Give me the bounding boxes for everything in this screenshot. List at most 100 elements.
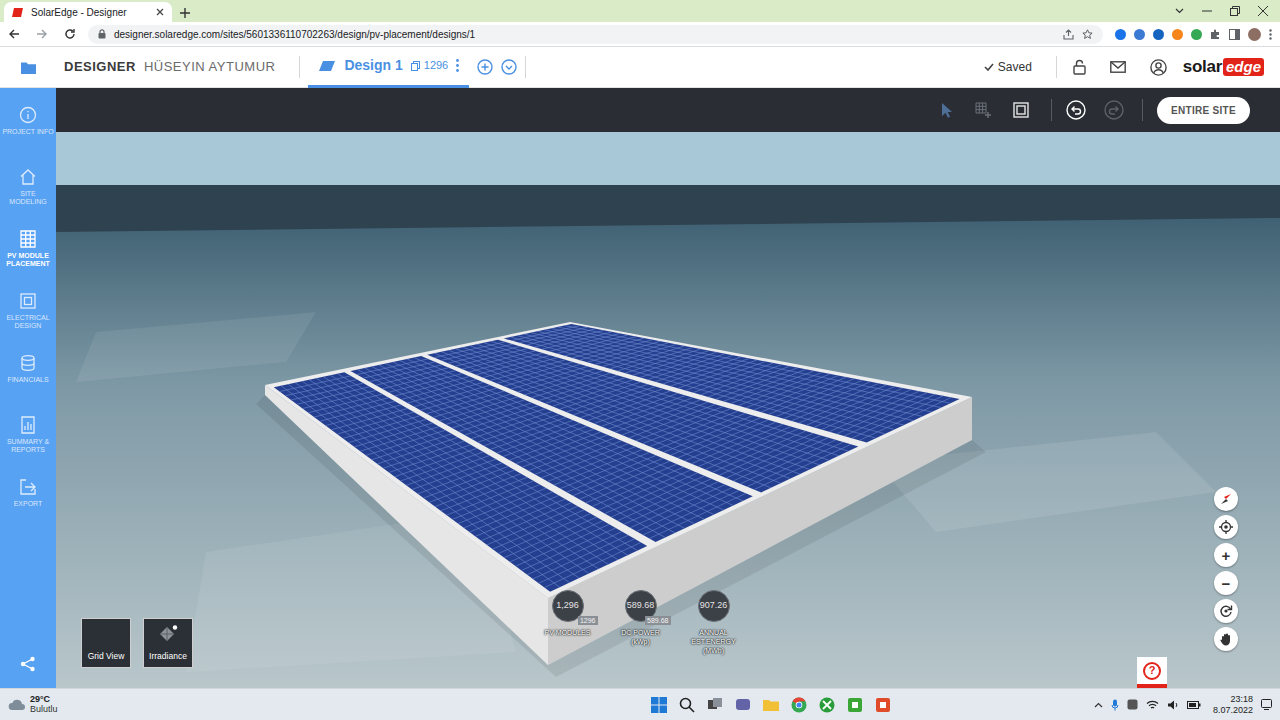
sidebar-item-label: SITE MODELING xyxy=(1,190,55,206)
designs-dropdown-icon[interactable] xyxy=(501,59,517,75)
zoom-out-button[interactable]: − xyxy=(1214,571,1238,595)
address-field[interactable]: designer.solaredge.com/sites/56013361107… xyxy=(88,25,1103,44)
extension-icon[interactable] xyxy=(1115,29,1126,40)
new-tab-icon[interactable] xyxy=(180,8,190,18)
extension-icon[interactable] xyxy=(1153,29,1164,40)
building xyxy=(265,322,972,665)
design-tab[interactable]: Design 11296 xyxy=(308,47,469,88)
app-section-title: DESIGNER xyxy=(64,57,136,77)
entire-site-button[interactable]: ENTIRE SITE xyxy=(1157,97,1250,124)
temperature: 29°C xyxy=(30,695,58,705)
view-toggle-button[interactable]: Grid View xyxy=(81,618,131,668)
reload-icon[interactable] xyxy=(64,28,76,40)
extensions-puzzle-icon[interactable] xyxy=(1210,29,1221,40)
add-design-icon[interactable] xyxy=(477,59,493,75)
compass-button[interactable] xyxy=(1214,487,1238,511)
lock-icon[interactable] xyxy=(1073,59,1086,75)
sidebar-item[interactable]: SITE MODELING xyxy=(0,150,56,212)
back-icon[interactable] xyxy=(8,28,20,40)
pan-button[interactable] xyxy=(1214,627,1238,651)
sidebar-item[interactable]: EXPORT xyxy=(0,460,56,522)
view-toggle-button[interactable]: Irradiance xyxy=(143,618,193,668)
camtasia-icon[interactable] xyxy=(847,697,863,713)
sidebar-item-label: FINANCIALS xyxy=(7,376,48,384)
save-status: Saved xyxy=(984,58,1032,76)
browser-tab[interactable]: SolarEdge - Designer xyxy=(4,2,172,22)
more-options-icon[interactable] xyxy=(456,59,459,72)
task-view-icon[interactable] xyxy=(707,697,723,713)
extension-icon[interactable] xyxy=(1134,29,1145,40)
3d-view[interactable]: 1,2961296PV MODULES589.68589.68DC POWER … xyxy=(56,132,1280,688)
map-controls: +− xyxy=(1214,487,1238,651)
help-button[interactable]: ? xyxy=(1137,657,1167,688)
select-cursor-icon[interactable] xyxy=(941,102,953,118)
clock-time: 23:18 xyxy=(1213,694,1253,704)
solaredge-favicon-icon xyxy=(12,5,23,20)
financials-icon xyxy=(19,354,37,372)
file-explorer-icon[interactable] xyxy=(763,697,779,713)
design-summary: 1,2961296PV MODULES589.68589.68DC POWER … xyxy=(531,590,750,655)
undo-icon[interactable] xyxy=(1066,100,1086,120)
zoom-in-button[interactable]: + xyxy=(1214,543,1238,567)
sidebar-item[interactable]: FINANCIALS xyxy=(0,336,56,398)
minimize-icon[interactable] xyxy=(1202,10,1212,12)
export-icon xyxy=(19,478,37,496)
side-panel-icon[interactable] xyxy=(1229,29,1240,40)
start-windows-icon[interactable] xyxy=(651,697,667,713)
teams-chat-icon[interactable] xyxy=(735,697,751,713)
restore-icon[interactable] xyxy=(1230,6,1240,16)
rotate-button[interactable] xyxy=(1214,599,1238,623)
xbox-icon[interactable] xyxy=(819,697,835,713)
account-icon[interactable] xyxy=(1150,59,1167,76)
summary-stat: 907.26ANNUAL EST.ENERGY (MWh) xyxy=(677,590,750,655)
weather-widget[interactable]: 29°C Bulutlu xyxy=(8,695,58,715)
menu-dots-icon[interactable] xyxy=(1269,29,1272,40)
tray-expand-icon[interactable] xyxy=(1094,702,1103,708)
extension-icon[interactable] xyxy=(1191,29,1202,40)
check-icon xyxy=(984,63,994,71)
projects-folder-icon[interactable] xyxy=(0,61,56,74)
wifi-icon[interactable] xyxy=(1146,700,1159,710)
notification-icon[interactable] xyxy=(1261,699,1272,710)
battery-icon[interactable] xyxy=(1187,701,1201,709)
roof-3d-model[interactable] xyxy=(56,132,1280,688)
stat-value: 1,296 xyxy=(556,599,579,613)
sidebar-item[interactable]: PV MODULE PLACEMENT xyxy=(0,212,56,274)
stat-circle: 589.68589.68 xyxy=(625,590,657,622)
module-count: 1296 xyxy=(411,57,448,74)
solar-panel-array[interactable] xyxy=(504,324,960,443)
sidebar-item[interactable]: PROJECT INFO xyxy=(0,88,56,150)
profile-avatar-icon[interactable] xyxy=(1248,28,1261,41)
stat-value: 589.68 xyxy=(627,599,655,613)
tray-app-icon[interactable] xyxy=(1127,699,1138,710)
volume-icon[interactable] xyxy=(1167,700,1179,710)
sidebar-item-label: ELECTRICAL DESIGN xyxy=(1,314,55,330)
microphone-icon[interactable] xyxy=(1111,699,1119,711)
locate-button[interactable] xyxy=(1214,515,1238,539)
forward-icon[interactable] xyxy=(36,28,48,40)
share-button[interactable] xyxy=(0,656,56,688)
clock[interactable]: 23:18 8.07.2022 xyxy=(1213,694,1253,715)
hand-icon xyxy=(1219,632,1233,646)
sidebar-item[interactable]: SUMMARY & REPORTS xyxy=(0,398,56,460)
bookmark-star-icon[interactable] xyxy=(1082,29,1093,40)
chrome-icon[interactable] xyxy=(791,697,807,713)
divider xyxy=(1142,99,1143,121)
add-array-icon[interactable] xyxy=(975,102,991,118)
redo-icon[interactable] xyxy=(1104,100,1124,120)
tab-search-icon[interactable] xyxy=(1175,8,1184,14)
recorder-icon[interactable] xyxy=(875,697,891,713)
irradiance-icon xyxy=(157,624,179,646)
weather-condition: Bulutlu xyxy=(30,705,58,715)
close-tab-icon[interactable] xyxy=(156,8,164,16)
sidebar-item-label: PV MODULE PLACEMENT xyxy=(1,252,55,268)
solaredge-logo: solar edge xyxy=(1183,54,1264,80)
stat-circle: 907.26 xyxy=(698,590,730,622)
search-icon[interactable] xyxy=(679,697,695,713)
metamask-icon[interactable] xyxy=(1172,29,1183,40)
share-page-icon[interactable] xyxy=(1063,29,1074,40)
close-window-icon[interactable] xyxy=(1258,6,1268,16)
sidebar-item[interactable]: ELECTRICAL DESIGN xyxy=(0,274,56,336)
select-area-icon[interactable] xyxy=(1013,102,1029,118)
mail-icon[interactable] xyxy=(1110,61,1126,73)
